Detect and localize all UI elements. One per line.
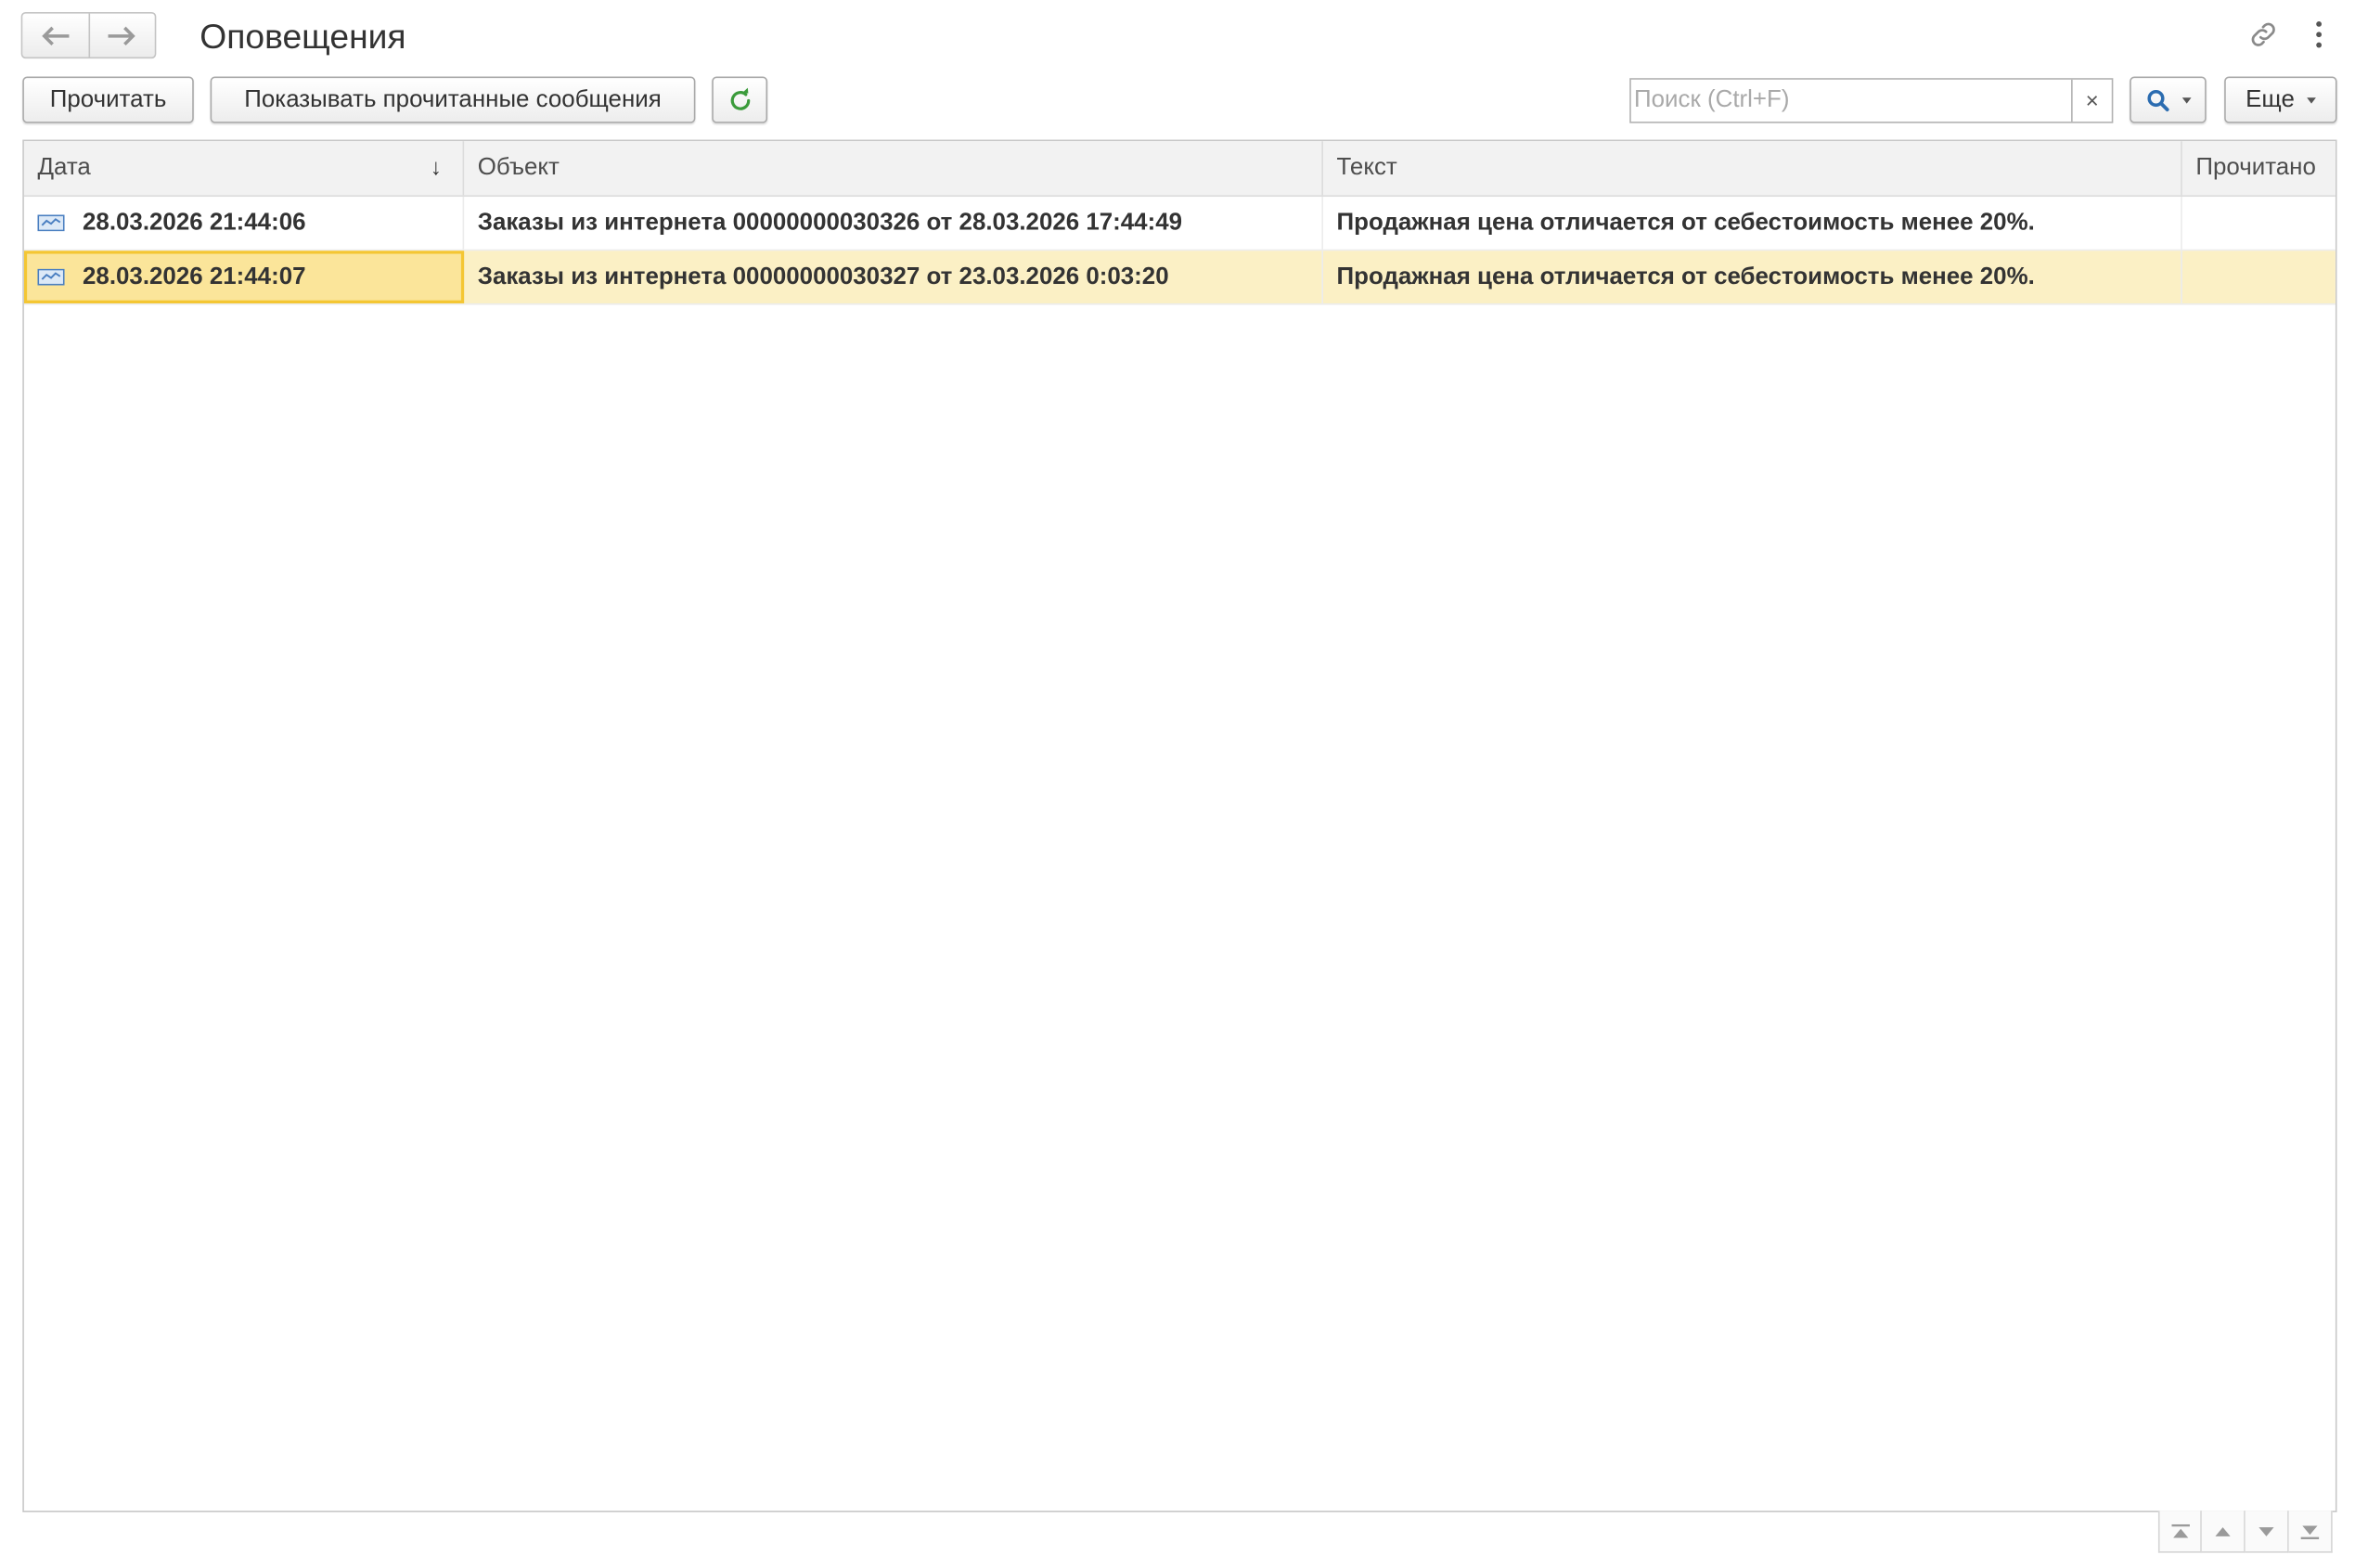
scroll-down-button[interactable] [2245, 1510, 2289, 1553]
sort-descending-icon: ↓ [430, 154, 442, 181]
scroll-to-last-button[interactable] [2288, 1510, 2333, 1553]
date-cell[interactable]: 28.03.2026 21:44:07 [23, 251, 465, 303]
object-cell[interactable]: Заказы из интернета 00000000030326 от 28… [464, 197, 1323, 250]
search-field: × [1629, 78, 2114, 123]
column-header-object[interactable]: Объект [464, 141, 1323, 196]
scroll-to-first-button[interactable] [2157, 1510, 2202, 1553]
table-header: Дата ↓ Объект Текст Прочитано [23, 141, 2336, 198]
table-row[interactable]: 28.03.2026 21:44:06 Заказы из интернета … [23, 197, 2336, 251]
search-icon [2146, 89, 2168, 111]
column-header-label: Дата [37, 154, 91, 181]
read-cell[interactable] [2182, 197, 2336, 250]
date-value: 28.03.2026 21:44:07 [83, 263, 306, 290]
history-nav [20, 11, 157, 59]
text-cell[interactable]: Продажная цена отличается от себестоимос… [1323, 251, 2182, 303]
column-header-text[interactable]: Текст [1323, 141, 2182, 196]
scroll-bottom-icon [2300, 1524, 2320, 1539]
refresh-icon [729, 86, 750, 109]
read-button[interactable]: Прочитать [22, 76, 194, 123]
search-input[interactable] [1630, 79, 2072, 122]
column-header-read[interactable]: Прочитано [2182, 141, 2336, 195]
object-cell[interactable]: Заказы из интернета 00000000030327 от 23… [464, 251, 1323, 303]
text-cell[interactable]: Продажная цена отличается от себестоимос… [1323, 197, 2182, 250]
scroll-up-button[interactable] [2201, 1510, 2246, 1553]
search-clear-button[interactable]: × [2071, 79, 2112, 122]
page-title: Оповещения [199, 16, 406, 56]
triangle-down-icon [2258, 1526, 2274, 1536]
more-button-label: Еще [2246, 86, 2295, 112]
table-row[interactable]: 28.03.2026 21:44:07 Заказы из интернета … [23, 251, 2336, 305]
back-button[interactable] [22, 14, 87, 58]
more-button[interactable]: Еще [2224, 76, 2337, 123]
date-value: 28.03.2026 21:44:06 [83, 210, 306, 237]
scroll-top-icon [2170, 1523, 2190, 1537]
forward-button[interactable] [87, 13, 155, 58]
show-read-messages-button[interactable]: Показывать прочитанные сообщения [210, 76, 696, 123]
link-icon[interactable] [2246, 18, 2280, 51]
message-icon [37, 214, 65, 232]
search-options-button[interactable] [2130, 76, 2207, 123]
triangle-up-icon [2215, 1526, 2231, 1536]
refresh-button[interactable] [712, 76, 768, 123]
arrow-left-icon [41, 25, 70, 45]
chevron-down-icon [2181, 96, 2191, 103]
notifications-window: Оповещения Прочитать Показывать прочитан… [0, 0, 2355, 1568]
column-header-date[interactable]: Дата ↓ [24, 141, 465, 196]
chevron-down-icon [2306, 96, 2316, 103]
arrow-right-icon [108, 25, 136, 45]
table-scroll-nav [2157, 1510, 2333, 1553]
message-icon [37, 268, 65, 286]
notifications-table: Дата ↓ Объект Текст Прочитано 28.03.2026… [22, 139, 2337, 1512]
date-cell[interactable]: 28.03.2026 21:44:06 [24, 197, 465, 250]
kebab-icon[interactable] [2310, 19, 2327, 49]
read-cell[interactable] [2182, 251, 2336, 303]
